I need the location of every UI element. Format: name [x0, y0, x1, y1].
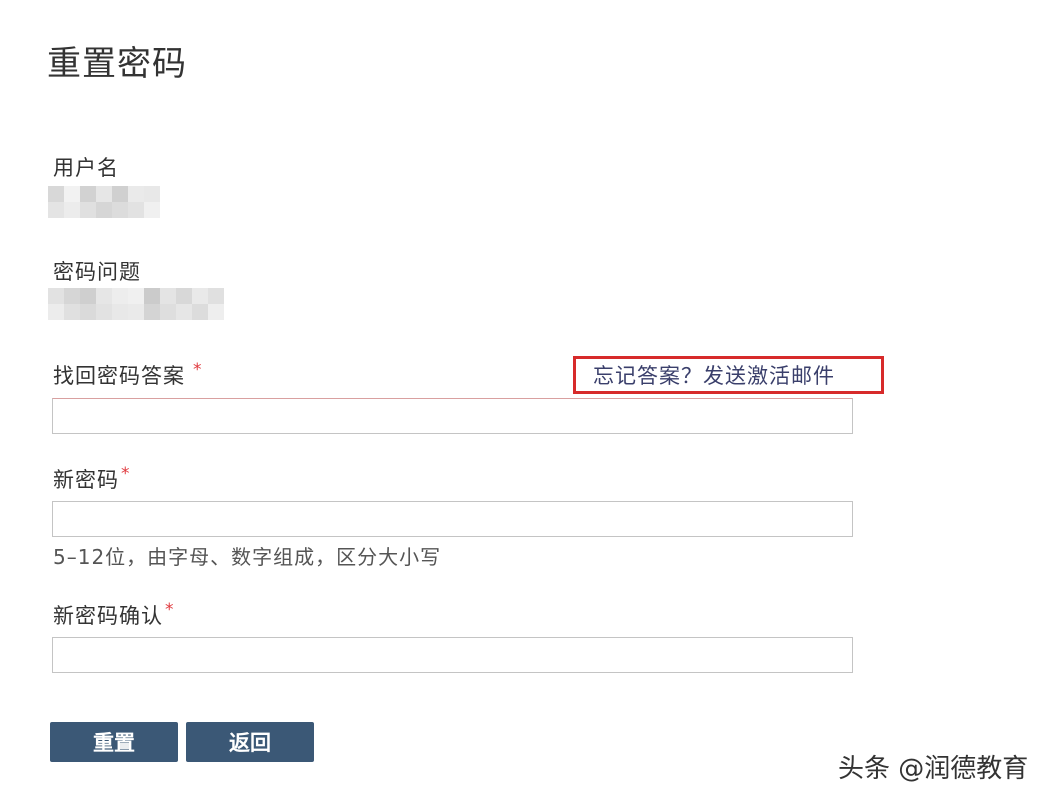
reset-button[interactable]: 重置	[50, 722, 178, 762]
page-title: 重置密码	[47, 44, 187, 84]
required-marker: *	[121, 464, 131, 484]
answer-label-text: 找回密码答案	[53, 364, 185, 388]
new-password-label-text: 新密码	[53, 468, 119, 492]
new-password-label: 新密码 *	[53, 464, 131, 494]
required-marker: *	[165, 600, 175, 620]
password-question-label: 密码问题	[53, 260, 141, 284]
required-marker: *	[193, 360, 203, 380]
forgot-answer-link[interactable]: 忘记答案？发送激活邮件	[593, 360, 835, 390]
username-value-blurred	[48, 186, 160, 222]
username-label: 用户名	[53, 156, 119, 180]
reset-password-page: 重置密码 用户名 密码问题 找回密码答案 * 忘记答案？发送激活邮件 新密码 * 5…	[0, 0, 1054, 802]
watermark: 头条 @润德教育	[838, 754, 1029, 784]
answer-label: 找回密码答案 *	[53, 360, 203, 390]
confirm-password-label: 新密码确认 *	[53, 600, 175, 630]
answer-input[interactable]	[52, 398, 853, 434]
password-question-value-blurred	[48, 288, 224, 324]
back-button[interactable]: 返回	[186, 722, 314, 762]
confirm-password-label-text: 新密码确认	[53, 604, 163, 628]
confirm-password-input[interactable]	[52, 637, 853, 673]
new-password-input[interactable]	[52, 501, 853, 537]
password-hint: 5–12位，由字母、数字组成，区分大小写	[53, 545, 442, 569]
